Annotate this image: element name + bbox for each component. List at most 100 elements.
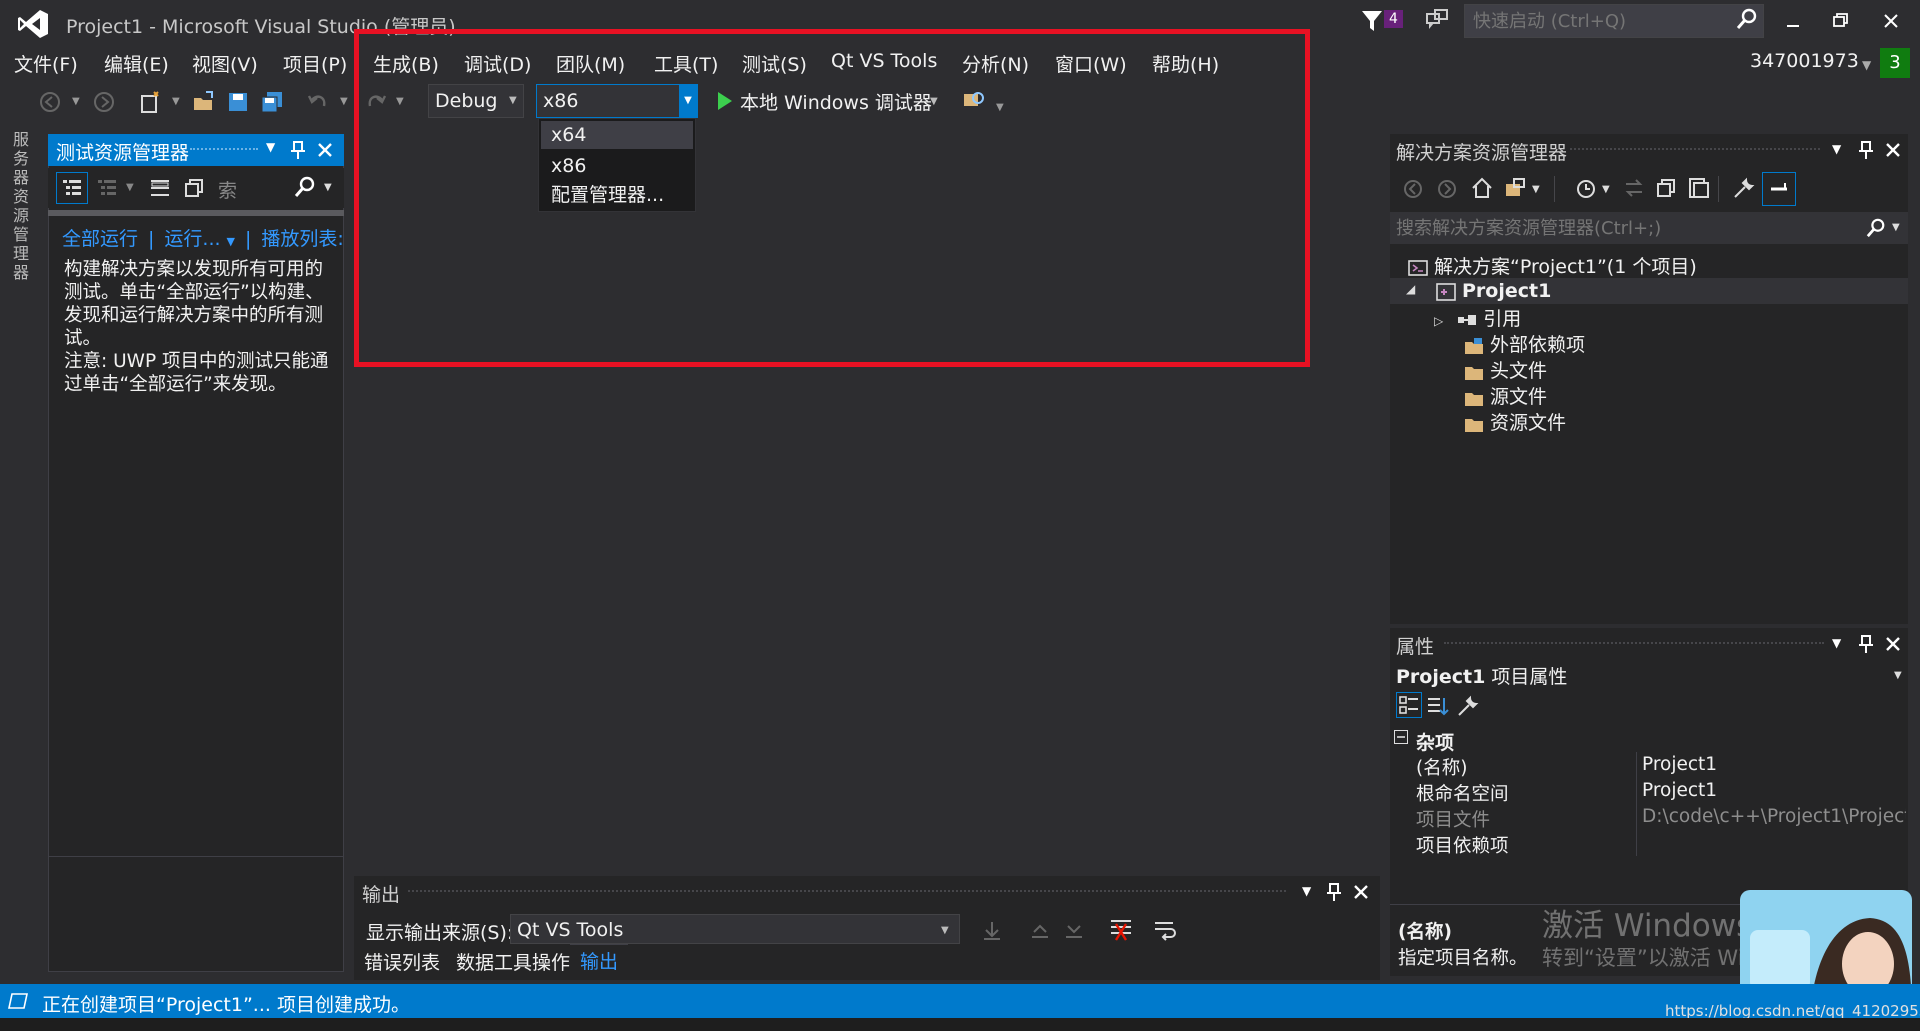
account-badge[interactable]: 3 xyxy=(1880,48,1910,78)
forward-icon[interactable] xyxy=(1436,178,1458,200)
copy-icon[interactable] xyxy=(182,176,206,200)
views-caret-icon[interactable]: ▼ xyxy=(1532,184,1540,195)
run-caret-icon[interactable]: ▼ xyxy=(227,235,235,248)
search-icon[interactable] xyxy=(1736,8,1758,30)
restore-button[interactable] xyxy=(1826,6,1856,36)
tree-solution-node[interactable]: 解决方案“Project1”(1 个项目) xyxy=(1408,252,1697,278)
close-window-button[interactable] xyxy=(1876,6,1906,36)
property-row[interactable]: 项目文件 D:\code\c++\Project1\Project1 xyxy=(1410,804,1908,831)
property-row[interactable]: 根命名空间 Project1 xyxy=(1410,778,1908,805)
hierarchy-icon[interactable] xyxy=(96,176,120,200)
preview-selected-icon[interactable] xyxy=(1762,172,1796,206)
tree-references-node[interactable]: ▷ 引用 xyxy=(1434,304,1521,330)
search-options-caret-icon[interactable]: ▼ xyxy=(1892,222,1900,233)
property-row[interactable]: (名称) Project1 xyxy=(1410,752,1908,779)
panel-grip[interactable] xyxy=(408,890,1286,892)
collapse-section-icon[interactable] xyxy=(1394,730,1408,744)
target-caret-icon[interactable]: ▼ xyxy=(1894,670,1902,681)
tab-data-tools-operations[interactable]: 数据工具操作 xyxy=(456,948,570,975)
output-source-select[interactable]: Qt VS Tools ▼ xyxy=(510,914,960,944)
menu-edit[interactable]: 编辑(E) xyxy=(104,50,169,77)
panel-menu-caret-icon[interactable]: ▼ xyxy=(1832,142,1841,156)
panel-menu-caret-icon[interactable]: ▼ xyxy=(1832,636,1841,650)
server-explorer-tab[interactable]: 服务器资源管理器 xyxy=(10,130,32,282)
pin-icon[interactable] xyxy=(1858,140,1874,160)
expanded-arrow-icon[interactable]: ◢ xyxy=(1406,282,1415,296)
property-pages-wrench-icon[interactable] xyxy=(1456,694,1480,718)
categorized-icon[interactable] xyxy=(1396,692,1422,718)
save-all-icon[interactable] xyxy=(260,90,284,114)
feedback-icon[interactable] xyxy=(1424,8,1450,34)
panel-menu-caret-icon[interactable]: ▼ xyxy=(266,140,275,154)
tree-project-node[interactable]: ◢ Project1 xyxy=(1390,278,1908,304)
run-link[interactable]: 运行... xyxy=(164,228,220,250)
panel-grip[interactable] xyxy=(1570,148,1820,150)
run-all-link[interactable]: 全部运行 xyxy=(62,228,138,250)
test-search-input[interactable]: 索 xyxy=(218,176,237,203)
playlist-link[interactable]: 播放列表: xyxy=(261,228,343,250)
pin-icon[interactable] xyxy=(1326,882,1342,902)
hierarchy-caret-icon[interactable]: ▼ xyxy=(126,182,134,193)
tree-source-files-node[interactable]: 源文件 xyxy=(1464,382,1547,408)
panel-menu-caret-icon[interactable]: ▼ xyxy=(1302,884,1311,898)
sync-icon[interactable] xyxy=(1622,176,1646,200)
find-message-in-code-icon[interactable] xyxy=(980,918,1004,942)
show-all-files-icon[interactable] xyxy=(1686,176,1710,200)
close-panel-icon[interactable] xyxy=(1884,141,1902,159)
search-icon[interactable] xyxy=(1866,218,1886,238)
properties-section-header[interactable]: 杂项 xyxy=(1416,728,1454,755)
new-caret-icon[interactable]: ▼ xyxy=(172,96,180,107)
properties-wrench-icon[interactable] xyxy=(1732,176,1756,200)
collapsed-arrow-icon[interactable]: ▷ xyxy=(1434,314,1443,328)
playlist-icon[interactable] xyxy=(148,176,172,200)
menu-project[interactable]: 项目(P) xyxy=(283,50,347,77)
menu-file[interactable]: 文件(F) xyxy=(14,50,78,77)
back-caret-icon[interactable]: ▼ xyxy=(72,96,80,107)
tab-error-list[interactable]: 错误列表 xyxy=(364,948,440,975)
close-panel-icon[interactable] xyxy=(1352,883,1370,901)
property-value[interactable]: D:\code\c++\Project1\Project1 xyxy=(1642,806,1906,827)
switch-views-icon[interactable] xyxy=(1504,176,1528,200)
menu-view[interactable]: 视图(V) xyxy=(192,50,258,77)
solution-search-box[interactable] xyxy=(1390,212,1908,244)
account-caret-icon[interactable]: ▼ xyxy=(1862,58,1871,72)
search-options-caret-icon[interactable]: ▼ xyxy=(324,182,332,193)
panel-grip[interactable] xyxy=(190,148,258,154)
minimize-button[interactable] xyxy=(1778,6,1808,36)
close-panel-icon[interactable] xyxy=(316,141,334,159)
collapse-all-icon[interactable] xyxy=(1654,176,1678,200)
search-icon[interactable] xyxy=(294,176,316,198)
next-message-icon[interactable] xyxy=(1062,918,1086,942)
properties-target[interactable]: Project1 项目属性 xyxy=(1396,662,1567,689)
pending-changes-icon[interactable] xyxy=(1574,176,1598,200)
navigate-back-icon[interactable] xyxy=(38,90,62,114)
word-wrap-icon[interactable] xyxy=(1152,916,1178,942)
alphabetical-icon[interactable] xyxy=(1426,694,1450,718)
close-panel-icon[interactable] xyxy=(1884,635,1902,653)
home-icon[interactable] xyxy=(1470,176,1494,200)
tab-output[interactable]: 输出 xyxy=(570,944,629,976)
clear-all-icon[interactable] xyxy=(1108,916,1134,942)
solution-search-input[interactable] xyxy=(1390,212,1850,244)
property-value[interactable]: Project1 xyxy=(1642,780,1906,801)
visual-studio-logo-icon[interactable] xyxy=(16,8,50,40)
panel-grip[interactable] xyxy=(1444,642,1824,644)
new-project-icon[interactable] xyxy=(138,90,162,114)
undo-icon[interactable] xyxy=(306,90,330,114)
pending-caret-icon[interactable]: ▼ xyxy=(1602,184,1610,195)
back-icon[interactable] xyxy=(1402,178,1424,200)
open-file-icon[interactable] xyxy=(192,90,216,114)
filter-icon[interactable] xyxy=(1360,8,1386,34)
chevron-down-icon[interactable]: ▼ xyxy=(941,925,949,936)
property-value[interactable]: Project1 xyxy=(1642,754,1906,775)
account-name[interactable]: 347001973 xyxy=(1750,50,1859,72)
group-by-icon[interactable] xyxy=(56,172,88,204)
tree-resource-files-node[interactable]: 资源文件 xyxy=(1464,408,1566,434)
save-icon[interactable] xyxy=(226,90,250,114)
tree-header-files-node[interactable]: 头文件 xyxy=(1464,356,1547,382)
notification-badge[interactable]: 4 xyxy=(1384,10,1403,28)
navigate-forward-icon[interactable] xyxy=(92,90,116,114)
tree-external-deps-node[interactable]: 外部依赖项 xyxy=(1464,330,1585,356)
pin-icon[interactable] xyxy=(1858,634,1874,654)
quick-launch-box[interactable] xyxy=(1464,4,1764,38)
